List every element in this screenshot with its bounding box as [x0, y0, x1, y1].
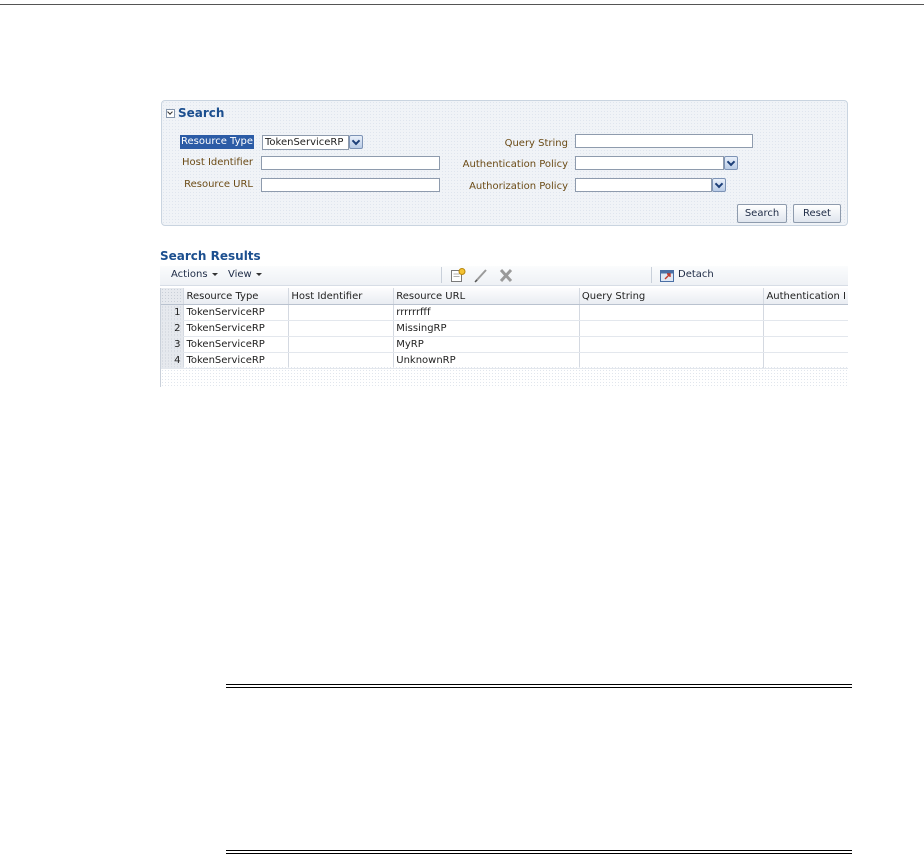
- search-results-title: Search Results: [160, 249, 261, 263]
- results-table-container: Resource Type Host Identifier Resource U…: [160, 288, 848, 387]
- top-rule: [0, 4, 924, 5]
- resource-type-select[interactable]: TokenServiceRP: [262, 135, 349, 150]
- collapse-chevron-icon[interactable]: [166, 108, 175, 118]
- view-caret-icon: [255, 273, 262, 276]
- search-panel: Search Resource Type TokenServiceRP Host…: [161, 100, 848, 226]
- table-cell: TokenServiceRP: [183, 304, 290, 321]
- resource-type-dropdown-icon[interactable]: [349, 135, 363, 149]
- search-button[interactable]: Search: [737, 204, 787, 223]
- table-cell: MyRP: [393, 336, 580, 353]
- toolbar-separator-2: [651, 267, 652, 283]
- authentication-policy-value[interactable]: [575, 156, 724, 170]
- delete-icon[interactable]: [498, 268, 514, 283]
- authentication-policy-dropdown-icon[interactable]: [724, 156, 738, 170]
- table-cell: [579, 304, 765, 321]
- search-panel-header[interactable]: Search: [166, 106, 224, 120]
- authorization-policy-dropdown-icon[interactable]: [712, 178, 726, 192]
- table-row[interactable]: 2 TokenServiceRP MissingRP: [161, 320, 848, 337]
- note-top-rule: [226, 684, 852, 688]
- table-cell: [579, 320, 765, 337]
- view-menu-label: View: [228, 269, 252, 280]
- detach-button[interactable]: Detach: [678, 269, 714, 280]
- table-empty-area: [161, 366, 848, 387]
- table-cell: TokenServiceRP: [183, 336, 290, 353]
- table-cell: [763, 336, 848, 353]
- screenshot-frame: Search Resource Type TokenServiceRP Host…: [160, 97, 848, 387]
- resource-url-input[interactable]: [261, 178, 440, 192]
- table-cell: [288, 320, 395, 337]
- row-number: 3: [161, 336, 185, 353]
- table-cell: [288, 304, 395, 321]
- search-panel-title: Search: [178, 106, 225, 120]
- table-cell: [763, 320, 848, 337]
- column-header[interactable]: Query String: [579, 288, 765, 305]
- column-header[interactable]: Authentication I: [763, 288, 848, 305]
- edit-icon[interactable]: [473, 268, 489, 283]
- resource-type-label: Resource Type: [180, 135, 255, 149]
- query-string-label: Query String: [504, 138, 568, 149]
- row-number: 1: [161, 304, 185, 321]
- column-header[interactable]: Resource Type: [183, 288, 290, 305]
- detach-icon[interactable]: [659, 268, 675, 283]
- actions-menu-label: Actions: [171, 269, 208, 280]
- host-identifier-label: Host Identifier: [182, 157, 253, 168]
- authorization-policy-value[interactable]: [575, 178, 712, 192]
- table-header-row: Resource Type Host Identifier Resource U…: [161, 288, 848, 305]
- table-cell: [288, 336, 395, 353]
- reset-button[interactable]: Reset: [793, 204, 841, 223]
- table-cell: [763, 304, 848, 321]
- resource-url-label: Resource URL: [184, 179, 253, 190]
- authentication-policy-label: Authentication Policy: [462, 159, 568, 170]
- table-cell: MissingRP: [393, 320, 580, 337]
- toolbar-separator: [441, 267, 442, 283]
- note-bottom-rule: [226, 850, 852, 854]
- row-number: 2: [161, 320, 185, 337]
- actions-menu[interactable]: Actions: [171, 269, 218, 280]
- table-row[interactable]: 3 TokenServiceRP MyRP: [161, 336, 848, 353]
- results-toolbar: Actions View Detach: [160, 266, 848, 286]
- table-cell: [579, 336, 765, 353]
- row-number-header[interactable]: [161, 288, 185, 305]
- table-cell: rrrrrrfff: [393, 304, 580, 321]
- authorization-policy-label: Authorization Policy: [469, 181, 568, 192]
- authorization-policy-select[interactable]: [575, 178, 726, 192]
- column-header[interactable]: Host Identifier: [288, 288, 395, 305]
- table-row[interactable]: 1 TokenServiceRP rrrrrrfff: [161, 304, 848, 321]
- view-menu[interactable]: View: [228, 269, 262, 280]
- actions-caret-icon: [211, 273, 218, 276]
- table-cell: TokenServiceRP: [183, 320, 290, 337]
- host-identifier-input[interactable]: [261, 156, 440, 170]
- column-header[interactable]: Resource URL: [393, 288, 580, 305]
- query-string-input[interactable]: [575, 134, 753, 148]
- new-icon[interactable]: [450, 268, 466, 283]
- authentication-policy-select[interactable]: [575, 156, 738, 170]
- results-table: Resource Type Host Identifier Resource U…: [161, 288, 848, 369]
